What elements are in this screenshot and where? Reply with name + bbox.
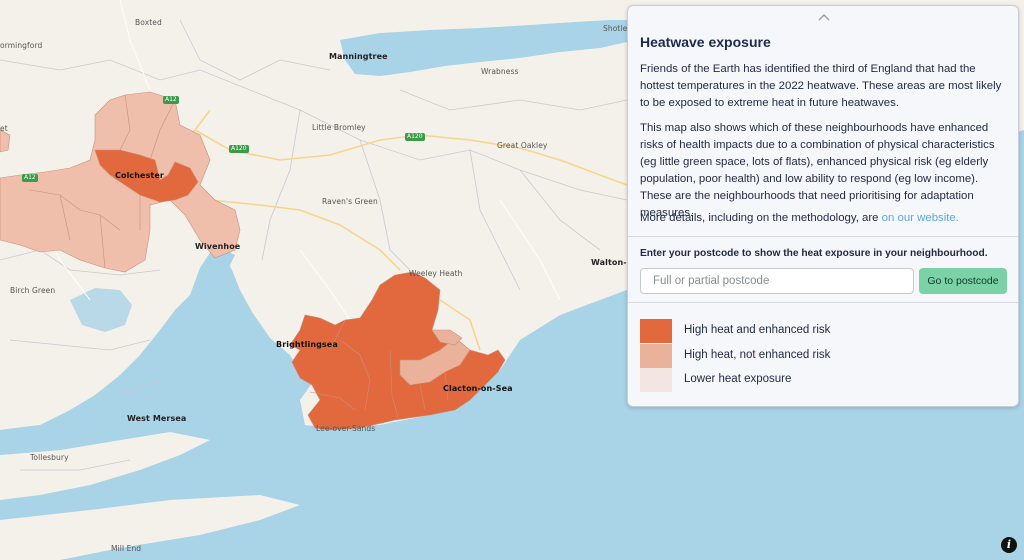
label-et: et: [0, 124, 8, 133]
risk-paragraph: This map also shows which of these neigh…: [640, 122, 995, 219]
collapse-chevron-up-icon[interactable]: [816, 10, 832, 22]
label-great-oakley: Great Oakley: [497, 141, 548, 150]
label-clacton: Clacton-on-Sea: [443, 384, 513, 393]
label-birch-green: Birch Green: [10, 286, 56, 295]
label-boxted: Boxted: [135, 18, 162, 27]
info-icon[interactable]: i: [1001, 537, 1017, 553]
heatwave-info-panel: Heatwave exposure Friends of the Earth h…: [627, 5, 1019, 407]
label-ravens-green: Raven's Green: [322, 197, 378, 206]
postcode-input[interactable]: [640, 268, 914, 294]
intro-paragraph: Friends of the Earth has identified the …: [640, 63, 1002, 109]
label-colchester: Colchester: [115, 171, 164, 180]
legend-item-high-not-enhanced: High heat, not enhanced risk: [640, 344, 1000, 368]
label-lee-over-sands: Lee-over-Sands: [316, 424, 376, 433]
label-wivenhoe: Wivenhoe: [195, 242, 241, 251]
road-badge-a120-east: A120: [405, 133, 425, 141]
label-formingford: ormingford: [0, 41, 43, 50]
panel-title: Heatwave exposure: [640, 34, 771, 50]
label-mill-end: Mill End: [111, 544, 142, 553]
website-link[interactable]: on our website.: [882, 212, 959, 224]
label-brightlingsea: Brightlingsea: [276, 340, 338, 349]
legend-label: Lower heat exposure: [684, 373, 792, 385]
road-badge-a12-north: A12: [163, 96, 179, 104]
legend-label: High heat and enhanced risk: [684, 324, 831, 336]
legend-item-lower: Lower heat exposure: [640, 368, 1000, 392]
go-to-postcode-button[interactable]: Go to postcode: [919, 268, 1007, 294]
legend-swatch: [640, 344, 672, 368]
details-paragraph: More details, including on the methodolo…: [640, 210, 1010, 227]
postcode-prompt: Enter your postcode to show the heat exp…: [640, 248, 988, 259]
label-weeley-heath: Weeley Heath: [409, 269, 463, 278]
legend-swatch: [640, 319, 672, 343]
label-little-bromley: Little Bromley: [312, 123, 366, 132]
legend-label: High heat, not enhanced risk: [684, 349, 831, 361]
label-manningtree: Manningtree: [329, 52, 388, 61]
road-badge-a120-west: A120: [229, 145, 249, 153]
divider: [628, 302, 1018, 303]
legend-item-high-enhanced: High heat and enhanced risk: [640, 319, 1000, 343]
road-badge-a12-west: A12: [22, 174, 38, 182]
label-tollesbury: Tollesbury: [30, 453, 69, 462]
details-text: More details, including on the methodolo…: [640, 212, 882, 224]
legend-swatch: [640, 368, 672, 392]
divider: [628, 236, 1018, 237]
label-west-mersea: West Mersea: [127, 414, 187, 423]
label-wrabness: Wrabness: [481, 67, 519, 76]
